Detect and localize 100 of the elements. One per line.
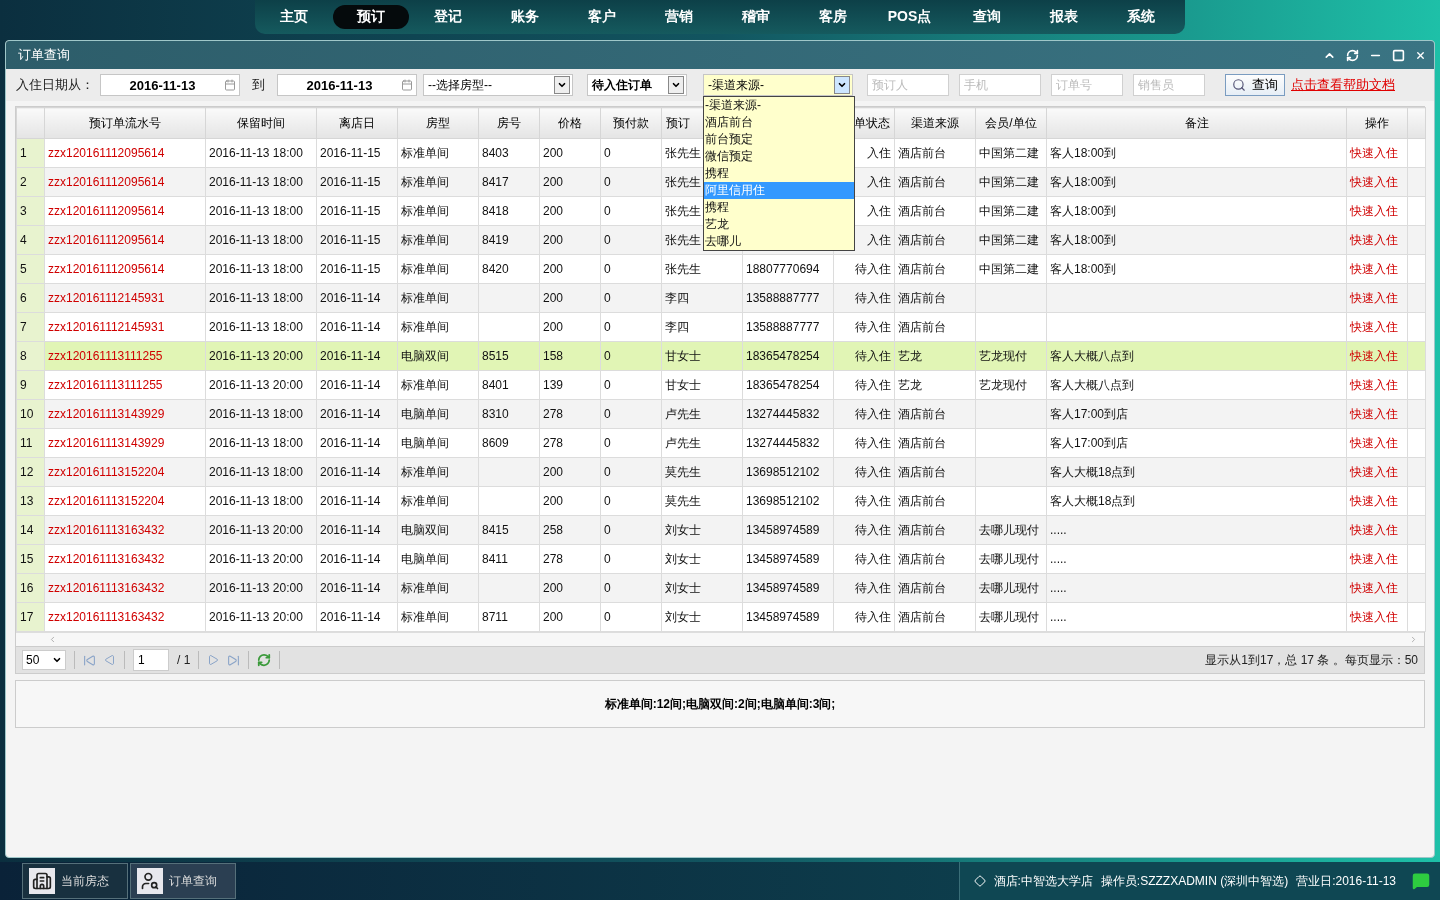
calendar-icon[interactable] [401, 79, 413, 91]
help-link[interactable]: 点击查看帮助文档 [1291, 76, 1395, 94]
date-from-field[interactable]: 2016-11-13 [100, 74, 240, 96]
calendar-icon[interactable] [224, 79, 236, 91]
nav-tab[interactable]: 客房 [794, 5, 871, 29]
table-row[interactable]: 16 zzx120161113163432 2016-11-13 20:00 2016-11-14 标准单间 200 0 刘女士 13458974589 待入住 酒店前台 去哪儿现付 ..... 快速入住 [16, 573, 1426, 603]
page-input[interactable]: 1 [133, 649, 169, 671]
nav-tab[interactable]: 查询 [948, 5, 1025, 29]
refresh-icon[interactable] [257, 653, 272, 667]
pager-info: 显示从1到17，总 17 条 。每页显示：50 [1205, 651, 1418, 669]
quick-checkin-link[interactable]: 快速入住 [1346, 225, 1408, 255]
column-header[interactable]: 渠道来源 [894, 107, 976, 139]
quick-checkin-link[interactable]: 快速入住 [1346, 138, 1408, 168]
row-number: 10 [16, 399, 45, 429]
table-cell: 标准单间 [397, 573, 479, 603]
column-header[interactable]: 房型 [397, 107, 479, 139]
taskbar-button[interactable]: 订单查询 [130, 863, 236, 899]
filter-input[interactable]: 订单号 [1051, 74, 1123, 96]
quick-checkin-link[interactable]: 快速入住 [1346, 457, 1408, 487]
close-icon[interactable] [1415, 49, 1426, 61]
table-cell: 标准单间 [397, 602, 479, 632]
nav-tab[interactable]: 主页 [255, 5, 332, 29]
quick-checkin-link[interactable]: 快速入住 [1346, 196, 1408, 226]
nav-tab[interactable]: 营销 [640, 5, 717, 29]
table-cell: 0 [600, 602, 662, 632]
quick-checkin-link[interactable]: 快速入住 [1346, 312, 1408, 342]
table-row[interactable]: 7 zzx120161112145931 2016-11-13 18:00 2016-11-14 标准单间 200 0 李四 13588887777 待入住 酒店前台 快速入住 [16, 312, 1426, 342]
column-header[interactable]: 价格 [539, 107, 601, 139]
quick-checkin-link[interactable]: 快速入住 [1346, 486, 1408, 516]
column-header[interactable]: 会员/单位 [975, 107, 1047, 139]
filter-input[interactable]: 预订人 [867, 74, 949, 96]
table-row[interactable]: 11 zzx120161113143929 2016-11-13 18:00 2016-11-14 电脑单间 8609 278 0 卢先生 13274445832 待入住 酒店前台 客人17:00到店 快速入住 [16, 428, 1426, 458]
table-cell: 8417 [478, 167, 540, 197]
table-row[interactable]: 13 zzx120161113152204 2016-11-13 18:00 2016-11-14 标准单间 200 0 莫先生 13698512102 待入住 酒店前台 客人大概18点到 快速入住 [16, 486, 1426, 516]
column-header[interactable]: 预付款 [600, 107, 662, 139]
table-cell: 艺龙 [894, 370, 976, 400]
table-cell: 13458974589 [742, 515, 834, 545]
table-row[interactable]: 8 zzx120161113111255 2016-11-13 20:00 2016-11-14 电脑双间 8515 158 0 甘女士 18365478254 待入住 艺龙 艺龙现付 客人大概八点到 快速入住 [16, 341, 1426, 371]
column-header[interactable]: 房号 [478, 107, 540, 139]
status-text: 操作员:SZZZXADMIN (深圳中智选) [1100, 872, 1289, 890]
nav-tab[interactable]: 登记 [409, 5, 486, 29]
quick-checkin-link[interactable]: 快速入住 [1346, 254, 1408, 284]
table-cell: 278 [539, 399, 601, 429]
table-cell: 8419 [478, 225, 540, 255]
quick-checkin-link[interactable]: 快速入住 [1346, 399, 1408, 429]
table-cell: 待入住 [833, 486, 895, 516]
table-cell: 待入住 [833, 457, 895, 487]
table-cell: 待入住 [833, 515, 895, 545]
column-header[interactable]: 保留时间 [205, 107, 317, 139]
table-cell: 200 [539, 312, 601, 342]
table-cell: 2016-11-13 18:00 [205, 254, 317, 284]
quick-checkin-link[interactable]: 快速入住 [1346, 283, 1408, 313]
table-row[interactable]: 6 zzx120161112145931 2016-11-13 18:00 2016-11-14 标准单间 200 0 李四 13588887777 待入住 酒店前台 快速入住 [16, 283, 1426, 313]
column-header[interactable]: 预订单流水号 [44, 107, 206, 139]
search-button[interactable]: 查询 [1225, 74, 1285, 96]
date-to-field[interactable]: 2016-11-13 [277, 74, 417, 96]
nav-tab[interactable]: 系统 [1102, 5, 1179, 29]
table-cell: 278 [539, 544, 601, 574]
nav-tab[interactable]: POS点 [871, 5, 948, 29]
table-cell: 酒店前台 [894, 602, 976, 632]
filter-input[interactable]: 销售员 [1133, 74, 1205, 96]
table-cell: 200 [539, 254, 601, 284]
column-header[interactable]: 离店日 [316, 107, 398, 139]
table-row[interactable]: 15 zzx120161113163432 2016-11-13 20:00 2016-11-14 电脑单间 8411 278 0 刘女士 13458974589 待入住 酒店前台 去哪儿现付 ..... 快速入住 [16, 544, 1426, 574]
nav-tab[interactable]: 稽审 [717, 5, 794, 29]
table-cell: 酒店前台 [894, 428, 976, 458]
column-header[interactable]: 备注 [1046, 107, 1347, 139]
table-row[interactable]: 5 zzx120161112095614 2016-11-13 18:00 2016-11-15 标准单间 8420 200 0 张先生 18807770694 待入住 酒店前台 中国第二建 客人18:00到 快速入住 [16, 254, 1426, 284]
maximize-icon[interactable] [1392, 48, 1405, 62]
quick-checkin-link[interactable]: 快速入住 [1346, 573, 1408, 603]
room-type-select[interactable]: --选择房型-- [423, 74, 573, 96]
table-cell: 客人大概八点到 [1046, 341, 1347, 371]
table-cell: 0 [600, 515, 662, 545]
table-cell: 2016-11-13 20:00 [205, 544, 317, 574]
quick-checkin-link[interactable]: 快速入住 [1346, 428, 1408, 458]
quick-checkin-link[interactable]: 快速入住 [1346, 370, 1408, 400]
table-row[interactable]: 9 zzx120161113111255 2016-11-13 20:00 2016-11-14 标准单间 8401 139 0 甘女士 18365478254 待入住 艺龙 艺龙现付 客人大概八点到 快速入住 [16, 370, 1426, 400]
nav-tab[interactable]: 客户 [563, 5, 640, 29]
nav-tab[interactable]: 报表 [1025, 5, 1102, 29]
table-cell: 待入住 [833, 370, 895, 400]
table-cell: zzx120161113152204 [44, 457, 206, 487]
taskbar-button[interactable]: 当前房态 [22, 863, 128, 899]
nav-tab[interactable]: 预订 [332, 5, 409, 29]
quick-checkin-link[interactable]: 快速入住 [1346, 341, 1408, 371]
quick-checkin-link[interactable]: 快速入住 [1346, 602, 1408, 632]
table-row[interactable]: 17 zzx120161113163432 2016-11-13 20:00 2016-11-14 标准单间 8711 200 0 刘女士 13458974589 待入住 酒店前台 去哪儿现付 ..... 快速入住 [16, 602, 1426, 632]
order-type-select[interactable]: 待入住订单 [587, 74, 687, 96]
table-row[interactable]: 10 zzx120161113143929 2016-11-13 18:00 2016-11-14 电脑单间 8310 278 0 卢先生 13274445832 待入住 酒店前台 客人17:00到店 快速入住 [16, 399, 1426, 429]
table-row[interactable]: 12 zzx120161113152204 2016-11-13 18:00 2016-11-14 标准单间 200 0 莫先生 13698512102 待入住 酒店前台 客人大概18点到 快速入住 [16, 457, 1426, 487]
quick-checkin-link[interactable]: 快速入住 [1346, 167, 1408, 197]
nav-tab[interactable]: 账务 [486, 5, 563, 29]
quick-checkin-link[interactable]: 快速入住 [1346, 544, 1408, 574]
page-size-select[interactable]: 50 [22, 650, 66, 670]
chat-icon[interactable] [1412, 872, 1430, 890]
quick-checkin-link[interactable]: 快速入住 [1346, 515, 1408, 545]
table-row[interactable]: 14 zzx120161113163432 2016-11-13 20:00 2016-11-14 电脑双间 8415 258 0 刘女士 13458974589 待入住 酒店前台 去哪儿现付 ..... 快速入住 [16, 515, 1426, 545]
refresh-icon[interactable] [1346, 48, 1359, 62]
column-header[interactable]: 操作 [1346, 107, 1408, 139]
filter-input[interactable]: 手机 [959, 74, 1041, 96]
table-cell: 去哪儿现付 [975, 515, 1047, 545]
